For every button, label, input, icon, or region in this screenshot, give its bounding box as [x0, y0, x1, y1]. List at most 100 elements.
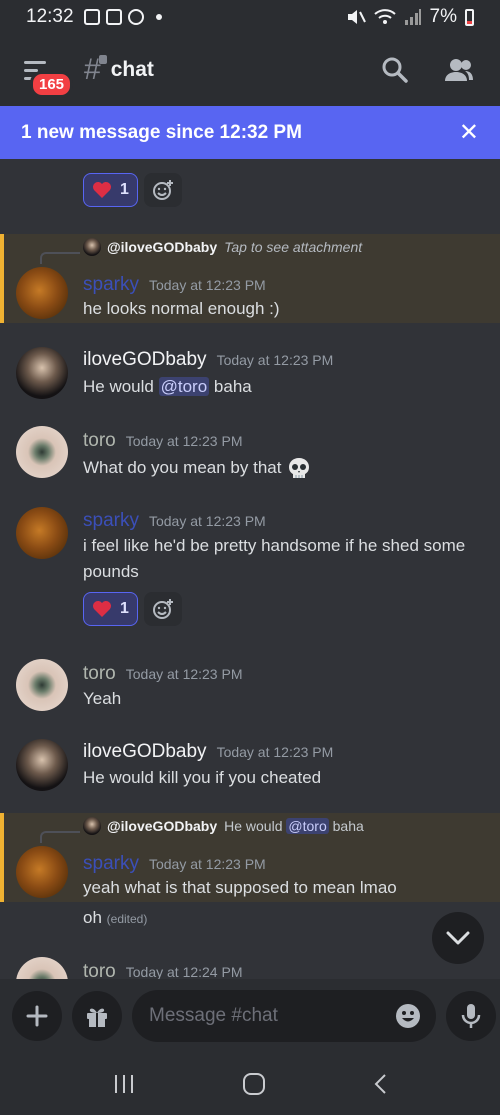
avatar[interactable] — [16, 957, 68, 979]
chevron-down-icon — [446, 931, 470, 945]
message-text: he looks normal enough :) — [83, 299, 280, 318]
message-text-part: What do you mean by that — [83, 458, 282, 477]
unread-badge: 165 — [30, 71, 74, 98]
message-author[interactable]: sparky — [83, 274, 139, 296]
gift-button[interactable] — [72, 991, 122, 1041]
jump-to-bottom-button[interactable] — [432, 912, 484, 964]
message-timestamp: Today at 12:23 PM — [148, 856, 266, 872]
add-reaction-button[interactable] — [143, 592, 182, 626]
message-item[interactable]: iloveGODbaby Today at 12:23 PM He would … — [0, 733, 500, 803]
signal-icon — [404, 9, 421, 25]
battery-icon — [465, 8, 474, 26]
message-item[interactable]: oh (edited) — [0, 905, 500, 935]
message-timestamp: Today at 12:23 PM — [125, 433, 243, 449]
gift-icon — [87, 1008, 107, 1027]
message-item[interactable]: toro Today at 12:23 PM Yeah — [0, 655, 500, 725]
reply-author: @iloveGODbaby — [107, 818, 218, 834]
message-timestamp: Today at 12:23 PM — [148, 513, 266, 529]
message-text-part: baha — [213, 377, 252, 396]
menu-button[interactable]: 165 — [22, 45, 82, 98]
mute-icon — [347, 10, 366, 24]
close-icon[interactable]: ✕ — [459, 118, 479, 147]
battery-percent: 7% — [429, 6, 457, 27]
avatar[interactable] — [16, 347, 68, 399]
message-list[interactable]: 1 @iloveGODbaby Tap to see attachment sp… — [0, 159, 500, 979]
new-message-banner[interactable]: 1 new message since 12:32 PM ✕ — [0, 106, 500, 159]
channel-name[interactable]: chat — [111, 58, 154, 82]
attach-button[interactable] — [12, 991, 62, 1041]
avatar[interactable] — [16, 659, 68, 711]
user-mention[interactable]: @toro — [158, 377, 210, 396]
message-text-part: He would — [83, 377, 154, 396]
status-bar: 12:32 7% — [0, 0, 500, 34]
reaction-row: 1 — [83, 173, 182, 207]
avatar[interactable] — [16, 846, 68, 898]
heart-reaction[interactable]: 1 — [83, 592, 138, 626]
message-timestamp: Today at 12:23 PM — [148, 277, 266, 293]
gallery-notification-icon — [83, 9, 100, 25]
reply-text: baha — [332, 818, 364, 834]
message-input-container[interactable] — [132, 990, 436, 1042]
members-icon[interactable] — [444, 58, 474, 82]
message-author[interactable]: sparky — [83, 853, 139, 875]
message-author[interactable]: toro — [83, 663, 116, 685]
system-nav-bar — [0, 1053, 500, 1115]
reply-hint: Tap to see attachment — [224, 239, 363, 255]
channel-header: 165 # chat — [0, 34, 500, 106]
message-text: i feel like he'd be pretty handsome if h… — [83, 536, 466, 581]
message-input[interactable] — [149, 1005, 394, 1027]
reaction-count: 1 — [120, 600, 129, 617]
message-item[interactable]: toro Today at 12:23 PM What do you mean … — [0, 422, 500, 492]
heart-icon — [93, 601, 111, 617]
microphone-icon — [461, 1004, 481, 1028]
edited-label: (edited) — [106, 912, 148, 926]
message-timestamp: Today at 12:24 PM — [125, 964, 243, 979]
voice-message-button[interactable] — [446, 991, 496, 1041]
message-author[interactable]: sparky — [83, 510, 139, 532]
reply-connector — [40, 831, 80, 843]
user-mention: @toro — [286, 818, 329, 834]
message-item[interactable]: sparky Today at 12:23 PM i feel like he'… — [0, 502, 500, 642]
message-author[interactable]: iloveGODbaby — [83, 741, 207, 763]
message-text-part: oh — [83, 908, 102, 927]
search-icon[interactable] — [382, 57, 408, 83]
message-item[interactable]: @iloveGODbaby He would @toro baha sparky… — [0, 813, 500, 902]
avatar[interactable] — [16, 739, 68, 791]
reply-reference[interactable]: @iloveGODbaby He would @toro baha — [83, 817, 364, 835]
message-timestamp: Today at 12:23 PM — [125, 666, 243, 682]
message-text: He would @toro baha — [83, 374, 480, 400]
home-icon[interactable] — [242, 1072, 266, 1096]
notification-icon — [105, 9, 122, 25]
new-message-text: 1 new message since 12:32 PM — [21, 121, 302, 143]
message-text: He would kill you if you cheated — [83, 768, 322, 787]
message-item[interactable]: @iloveGODbaby Tap to see attachment spar… — [0, 234, 500, 323]
avatar[interactable] — [16, 426, 68, 478]
heart-icon — [93, 182, 111, 198]
message-text: yeah what is that supposed to mean lmao — [83, 878, 397, 897]
reaction-row: 1 — [83, 592, 182, 626]
message-text: What do you mean by that — [83, 455, 480, 482]
add-reaction-button[interactable] — [143, 173, 182, 207]
reaction-count: 1 — [120, 181, 129, 198]
emoji-icon[interactable] — [394, 1002, 422, 1030]
avatar[interactable] — [16, 267, 68, 319]
reply-avatar — [83, 817, 101, 835]
composer-bar — [0, 979, 500, 1053]
reply-reference[interactable]: @iloveGODbaby Tap to see attachment — [83, 238, 362, 256]
heart-reaction[interactable]: 1 — [83, 173, 138, 207]
message-item[interactable]: toro Today at 12:24 PM — [0, 955, 500, 979]
recent-apps-icon[interactable] — [113, 1074, 135, 1094]
avatar[interactable] — [16, 507, 68, 559]
message-author[interactable]: toro — [83, 430, 116, 452]
message-author[interactable]: toro — [83, 961, 116, 979]
message-text: Yeah — [83, 689, 122, 708]
add-reaction-icon — [152, 599, 173, 619]
channel-hash-lock-icon: # — [84, 53, 107, 87]
back-icon[interactable] — [373, 1073, 387, 1095]
message-text: oh (edited) — [83, 905, 480, 932]
plus-icon — [26, 1005, 48, 1027]
more-notifications-icon — [155, 14, 162, 20]
reply-connector — [40, 252, 80, 264]
message-item[interactable]: iloveGODbaby Today at 12:23 PM He would … — [0, 341, 500, 411]
message-author[interactable]: iloveGODbaby — [83, 349, 207, 371]
